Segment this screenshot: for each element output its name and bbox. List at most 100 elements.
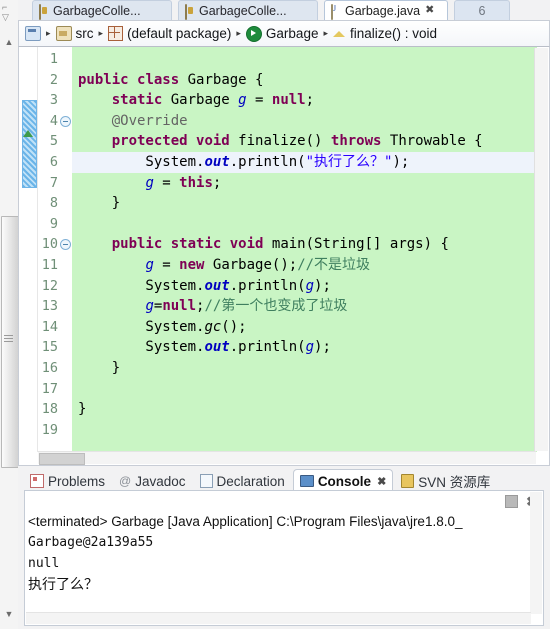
code-line[interactable]: public class Garbage { xyxy=(72,70,537,91)
line-number: 15 xyxy=(41,339,58,356)
code-line[interactable]: System.out.println("执行了么？"); xyxy=(72,152,537,173)
console-view[interactable]: ✖ <terminated> Garbage [Java Application… xyxy=(24,490,544,626)
line-number: 4 xyxy=(49,112,58,129)
code-token: out xyxy=(204,277,230,294)
code-line[interactable]: g=null;//第一个也变成了垃圾 xyxy=(72,296,537,317)
code-text-area[interactable]: public class Garbage { static Garbage g … xyxy=(72,47,537,452)
java-file-icon xyxy=(185,3,196,20)
breadcrumb-label: (default package) xyxy=(127,26,232,41)
code-token: = xyxy=(246,92,272,109)
editor-tab-garbage-java[interactable]: Garbage.java ✖ xyxy=(324,0,448,20)
code-token: .println( xyxy=(229,339,306,356)
tab-label: Javadoc xyxy=(135,473,186,489)
console-output-line: Garbage@2a139a55 xyxy=(28,535,154,550)
breadcrumb[interactable]: ▸ src ▸ (default package) ▸ Garbage ▸ fi… xyxy=(18,20,550,47)
code-line[interactable] xyxy=(72,379,537,400)
code-line[interactable]: @Override xyxy=(72,111,537,132)
line-number: 14 xyxy=(41,318,58,335)
editor-area: GarbageColle... GarbageColle... Garbage.… xyxy=(18,0,550,466)
code-token: void xyxy=(229,236,264,253)
line-number-ruler: 1 2 3 4 5 6 7 8 9 10 11 12 13 14 15 16 17 18 19 xyxy=(38,47,72,452)
scroll-up-arrow-icon[interactable]: ▲ xyxy=(3,36,15,48)
bottom-panel-tab-bar: Problems @ Javadoc Declaration Console ✖… xyxy=(18,468,550,492)
tab-label: Problems xyxy=(48,473,106,489)
breadcrumb-separator-icon: ▸ xyxy=(236,28,241,38)
editor-tab-garbagecollection-2[interactable]: GarbageColle... xyxy=(178,0,318,20)
editor-vertical-scrollbar[interactable] xyxy=(534,48,548,451)
editor-horizontal-scrollbar[interactable] xyxy=(38,451,536,465)
tab-svn-repository[interactable]: SVN 资源库 xyxy=(395,470,496,492)
javadoc-icon: @ xyxy=(119,474,132,488)
override-marker-icon[interactable] xyxy=(23,130,33,137)
line-number: 17 xyxy=(41,380,58,397)
change-annotation-bar xyxy=(22,100,37,188)
code-editor[interactable]: 1 2 3 4 5 6 7 8 9 10 11 12 13 14 15 16 17 18 19 public cla… xyxy=(18,47,550,466)
code-token: .println( xyxy=(229,277,306,294)
code-token: ; xyxy=(305,92,315,109)
bottom-panel: Problems @ Javadoc Declaration Console ✖… xyxy=(18,466,550,629)
line-number: 2 xyxy=(49,71,58,88)
console-vertical-scrollbar[interactable] xyxy=(530,492,542,614)
tab-label: Console xyxy=(317,473,372,489)
window-vertical-scrollbar[interactable]: ⌐ ▽ ▲ ▼ xyxy=(0,0,19,629)
line-number: 13 xyxy=(41,298,58,315)
code-line[interactable]: static Garbage g = null; xyxy=(72,90,537,111)
line-number: 5 xyxy=(49,133,58,150)
code-line[interactable]: System.out.println(g); xyxy=(72,337,537,358)
editor-tab-bar: GarbageColle... GarbageColle... Garbage.… xyxy=(18,0,550,20)
code-line[interactable]: } xyxy=(72,193,537,214)
tab-javadoc[interactable]: @ Javadoc xyxy=(113,470,191,492)
code-line[interactable]: g = this; xyxy=(72,173,537,194)
tab-declaration[interactable]: Declaration xyxy=(194,470,291,492)
code-line[interactable]: System.out.println(g); xyxy=(72,276,537,297)
code-token: throws xyxy=(330,133,382,150)
code-token: finalize() xyxy=(229,133,331,150)
scroll-down-arrow-icon[interactable]: ▼ xyxy=(3,608,15,620)
code-token: Garbage xyxy=(162,92,239,109)
stop-button[interactable] xyxy=(505,494,519,508)
code-token: ; xyxy=(212,174,222,191)
console-horizontal-scrollbar[interactable] xyxy=(26,612,531,624)
breadcrumb-item-class[interactable]: Garbage xyxy=(245,25,318,42)
code-token: out xyxy=(204,154,230,170)
code-line[interactable]: } xyxy=(72,399,537,420)
line-number: 19 xyxy=(41,421,58,438)
editor-tab-label: GarbageColle... xyxy=(53,3,141,18)
code-line[interactable]: System.gc(); xyxy=(72,317,537,338)
editor-tab-partial[interactable]: 6 xyxy=(454,0,510,20)
code-line[interactable] xyxy=(72,214,537,235)
code-token: = xyxy=(153,257,180,273)
code-token: "执行了么？" xyxy=(305,154,393,170)
tab-console[interactable]: Console ✖ xyxy=(292,469,394,492)
code-token: System. xyxy=(78,277,205,294)
code-token: out xyxy=(204,339,230,356)
close-icon[interactable]: ✖ xyxy=(377,475,386,488)
editor-tab-garbagecollection-1[interactable]: GarbageColle... xyxy=(32,0,172,20)
scrollbar-thumb[interactable] xyxy=(39,453,85,465)
code-line[interactable] xyxy=(72,49,537,70)
tab-problems[interactable]: Problems xyxy=(24,470,111,492)
eclipse-window: ⌐▽ ▲ ▼ GarbageColle... GarbageColle... G… xyxy=(0,0,550,629)
scrollbar-thumb[interactable] xyxy=(1,216,19,468)
code-line[interactable] xyxy=(72,420,537,441)
breadcrumb-item-method[interactable]: finalize() : void xyxy=(333,26,437,41)
fold-collapse-icon[interactable] xyxy=(60,115,71,127)
breadcrumb-item-package[interactable]: (default package) xyxy=(108,26,231,41)
breadcrumb-item-src[interactable]: src xyxy=(55,26,94,41)
close-icon[interactable]: ✖ xyxy=(425,5,434,16)
annotation-ruler[interactable] xyxy=(20,47,38,452)
code-line[interactable]: } xyxy=(72,358,537,379)
code-token: static xyxy=(111,92,163,109)
code-token: g xyxy=(305,339,315,356)
breadcrumb-item-project[interactable] xyxy=(25,26,41,41)
code-line[interactable]: g = new Garbage();//不是垃圾 xyxy=(72,255,537,276)
line-number: 12 xyxy=(41,277,58,294)
scrollbar-grip-icon xyxy=(4,335,13,342)
code-token: null xyxy=(271,92,306,109)
code-line[interactable]: public static void main(String[] args) { xyxy=(72,234,537,255)
fold-collapse-icon[interactable] xyxy=(60,239,71,251)
code-line[interactable]: protected void finalize() throws Throwab… xyxy=(72,131,537,152)
